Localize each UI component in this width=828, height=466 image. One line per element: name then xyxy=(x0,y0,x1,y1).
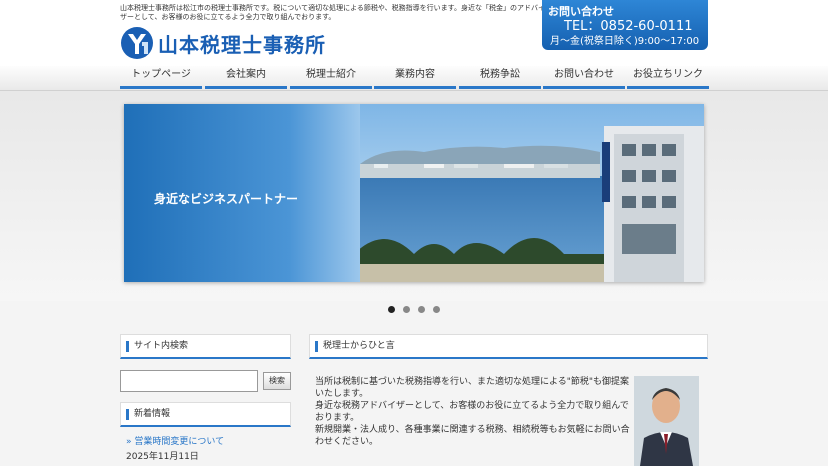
hero-caption: 身近なビジネスパートナー xyxy=(154,191,298,206)
logo-mark-icon xyxy=(121,27,153,59)
news-heading: 新着情報 xyxy=(120,402,291,427)
message-heading: 税理士からひと言 xyxy=(309,334,708,359)
search-heading: サイト内検索 xyxy=(120,334,291,359)
message-paragraph-3: 新規開業・法人成り、各種事業に関連する税務、相続税等もお気軽にお問い合わせくださ… xyxy=(315,425,630,447)
news-item-date: 2025年11月11日 xyxy=(126,452,199,462)
logo-text: 山本税理士事務所 xyxy=(158,32,326,57)
nav-contact[interactable]: お問い合わせ xyxy=(543,66,625,89)
global-nav: トップページ 会社案内 税理士紹介 業務内容 税務争訟 お問い合わせ お役立ちリ… xyxy=(0,66,828,91)
nav-links[interactable]: お役立ちリンク xyxy=(627,66,709,89)
nav-tax-accountant[interactable]: 税理士紹介 xyxy=(290,66,372,89)
nav-company[interactable]: 会社案内 xyxy=(205,66,287,89)
nav-tax-litigation[interactable]: 税務争訟 xyxy=(459,66,541,89)
hero-image: 身近なビジネスパートナー xyxy=(124,104,704,282)
news-item-link[interactable]: » 営業時間変更について xyxy=(120,434,291,447)
site-intro-text: 山本税理士事務所は松江市の税理士事務所です。税について適切な処理による節税や、税… xyxy=(120,4,545,21)
sidebar: サイト内検索 検索 新着情報 » 営業時間変更について 2025年11月11日 xyxy=(120,334,291,462)
slider-pager xyxy=(388,306,440,313)
contact-hours: 月～金(祝祭日除く)9:00～17:00 xyxy=(550,36,700,47)
main-content: 税理士からひと言 当所は税制に基づいた税務指導を行い、また適切な処理による"節税… xyxy=(309,334,708,466)
hero-slide[interactable]: 身近なビジネスパートナー xyxy=(124,104,704,282)
slider-dot-3[interactable] xyxy=(418,306,425,313)
nav-services[interactable]: 業務内容 xyxy=(374,66,456,89)
message-paragraph-1: 当所は税制に基づいた税務指導を行い、また適切な処理による"節税"も御提案いたしま… xyxy=(315,377,630,399)
search-input[interactable] xyxy=(120,370,258,392)
nav-top[interactable]: トップページ xyxy=(120,66,202,89)
contact-box[interactable]: お問い合わせ TEL：0852-60-0111 月～金(祝祭日除く)9:00～1… xyxy=(542,0,708,50)
message-text: 当所は税制に基づいた税務指導を行い、また適切な処理による"節税"も御提案いたしま… xyxy=(315,376,631,448)
slider-dot-2[interactable] xyxy=(403,306,410,313)
news-item-title[interactable]: 営業時間変更について xyxy=(134,437,224,447)
search-form: 検索 xyxy=(120,370,291,392)
header: 山本税理士事務所は松江市の税理士事務所です。税について適切な処理による節税や、税… xyxy=(0,0,828,66)
slider-dot-1[interactable] xyxy=(388,306,395,313)
search-button[interactable]: 検索 xyxy=(263,372,291,390)
site-logo[interactable]: 山本税理士事務所 xyxy=(120,26,326,60)
message-paragraph-2: 身近な税務アドバイザーとして、お客様のお役に立てるよう全力で取り組んでおります。 xyxy=(315,401,629,423)
slider-dot-4[interactable] xyxy=(433,306,440,313)
tax-accountant-photo xyxy=(634,376,699,466)
